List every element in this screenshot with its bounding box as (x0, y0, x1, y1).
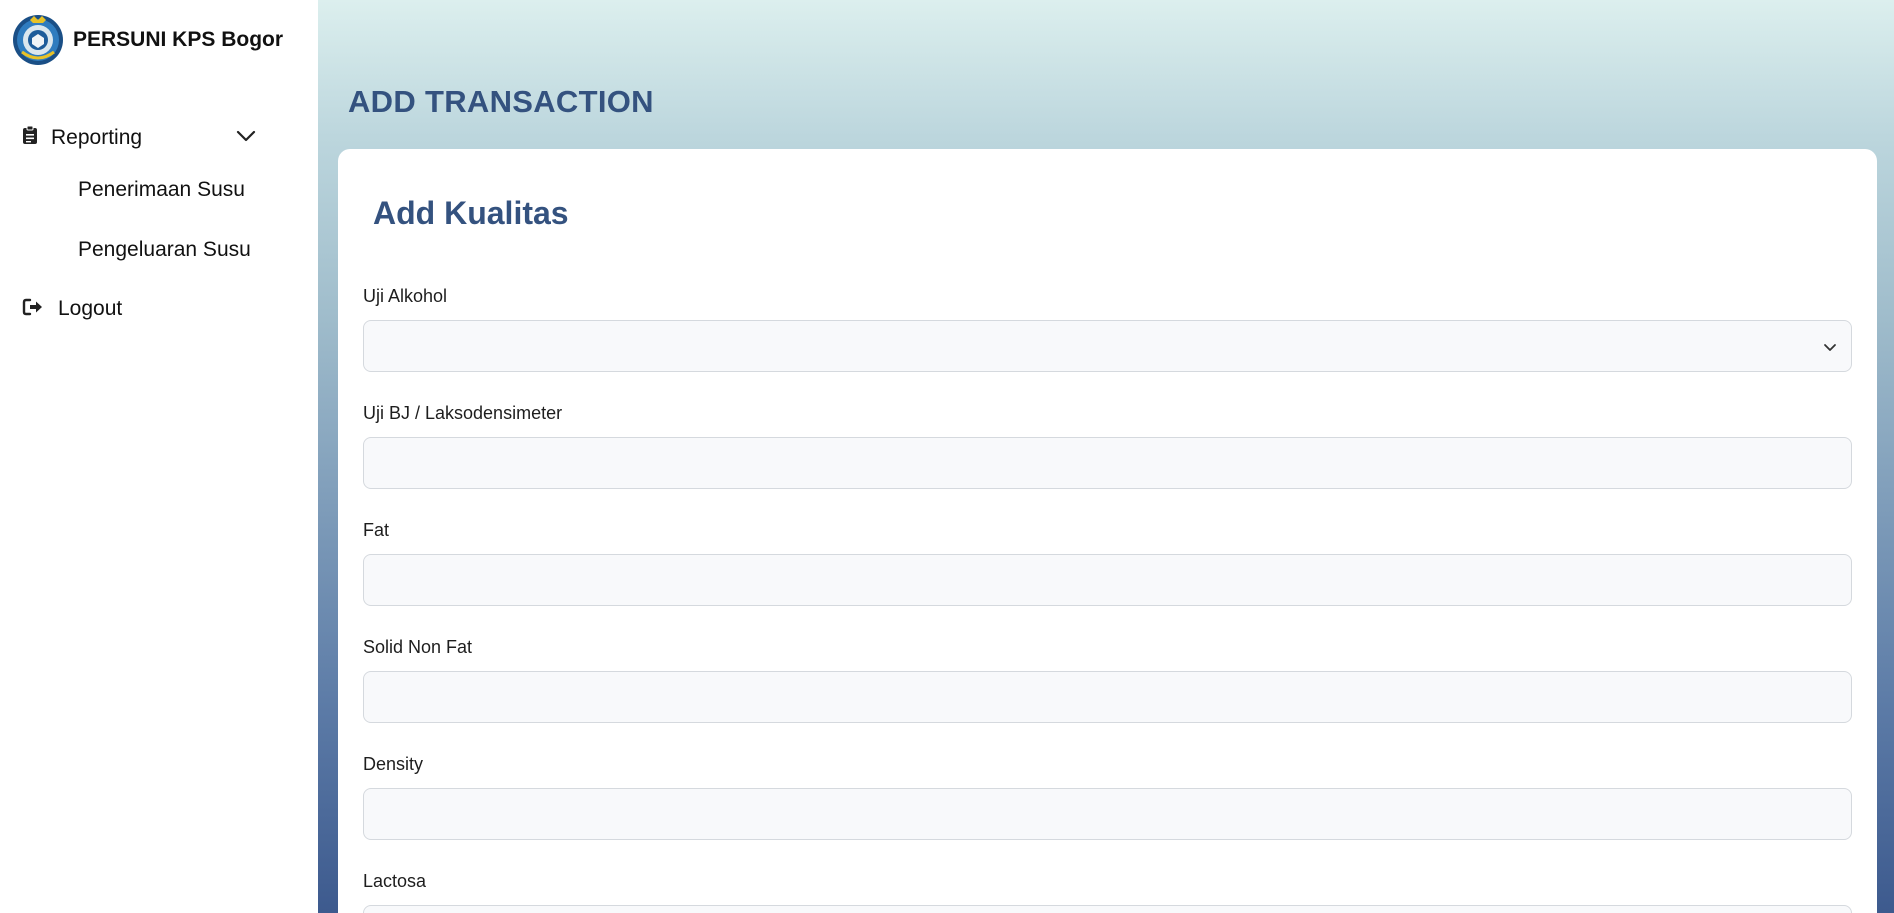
sidebar: PERSUNI KPS Bogor Reporting Penerimaan S… (0, 0, 318, 913)
solid-non-fat-label: Solid Non Fat (363, 637, 473, 657)
brand[interactable]: PERSUNI KPS Bogor (12, 14, 283, 66)
page-title: ADD TRANSACTION (348, 84, 654, 119)
uji-alkohol-select[interactable] (363, 320, 1852, 372)
form-card: Add Kualitas Uji Alkohol Uji BJ / Laksod… (338, 149, 1877, 913)
lactosa-label: Lactosa (363, 871, 427, 891)
sidebar-item-logout[interactable]: Logout (22, 297, 122, 321)
sidebar-item-label: Logout (58, 297, 123, 320)
uji-bj-label: Uji BJ / Laksodensimeter (363, 403, 563, 423)
persuni-emblem-icon (12, 14, 64, 66)
fat-label: Fat (363, 520, 390, 540)
density-label: Density (363, 754, 424, 774)
uji-alkohol-label: Uji Alkohol (363, 286, 448, 306)
main-content: ADD TRANSACTION Add Kualitas Uji Alkohol… (318, 0, 1894, 913)
lactosa-input[interactable] (363, 905, 1852, 913)
sidebar-item-label: Reporting (51, 125, 143, 149)
chevron-down-icon (1823, 338, 1837, 358)
chevron-down-icon[interactable] (236, 129, 256, 147)
clipboard-icon (22, 125, 38, 150)
sidebar-item-reporting[interactable]: Reporting (22, 125, 256, 150)
sign-out-icon (22, 298, 44, 321)
sidebar-item-penerimaan-susu[interactable]: Penerimaan Susu (78, 178, 245, 202)
brand-name: PERSUNI KPS Bogor (73, 28, 284, 51)
fat-input[interactable] (363, 554, 1852, 606)
density-input[interactable] (363, 788, 1852, 840)
solid-non-fat-input[interactable] (363, 671, 1852, 723)
sidebar-item-pengeluaran-susu[interactable]: Pengeluaran Susu (78, 238, 251, 262)
form-title: Add Kualitas (373, 195, 569, 231)
uji-bj-input[interactable] (363, 437, 1852, 489)
